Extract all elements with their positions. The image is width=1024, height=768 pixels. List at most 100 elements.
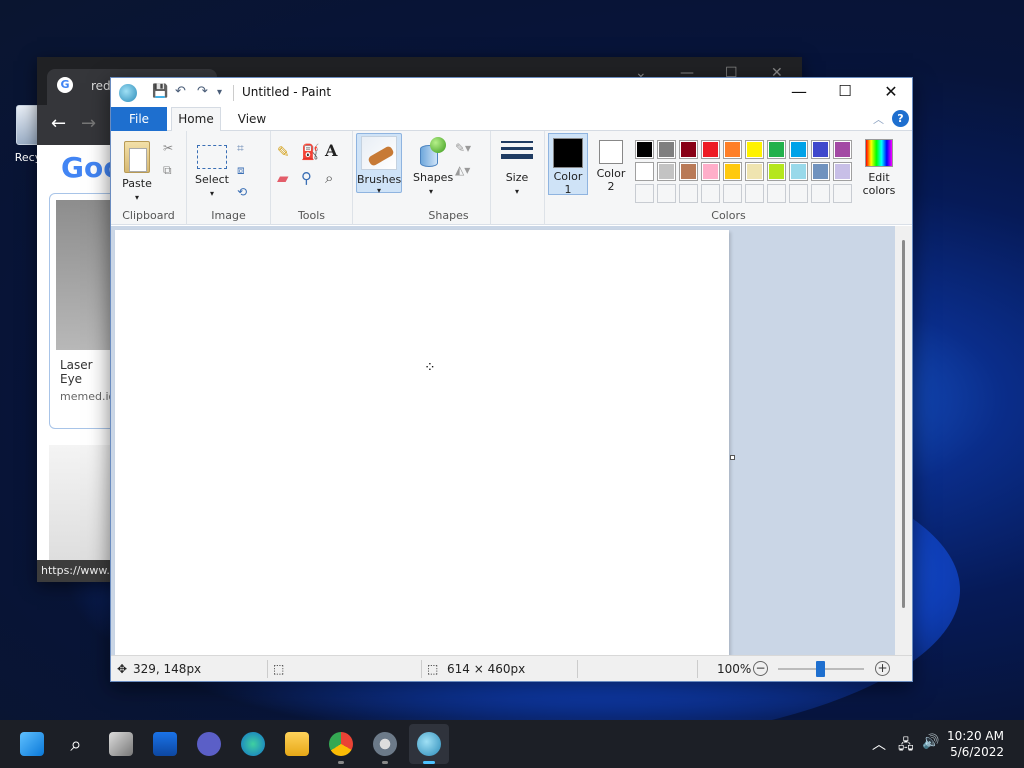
custom-color-slot[interactable] <box>679 184 698 203</box>
system-clock[interactable]: 10:20 AM 5/6/2022 <box>947 728 1004 760</box>
custom-color-slot[interactable] <box>745 184 764 203</box>
help-icon[interactable]: ? <box>892 110 909 127</box>
size-button[interactable]: Size ▾ <box>499 141 535 197</box>
palette-swatch[interactable] <box>811 162 830 181</box>
image-result-card[interactable]: Laser Eye memed.io <box>49 193 119 429</box>
custom-color-slot[interactable] <box>701 184 720 203</box>
palette-swatch[interactable] <box>701 162 720 181</box>
zoom-out-icon[interactable]: − <box>753 661 768 676</box>
chrome-icon[interactable] <box>329 732 353 764</box>
rotate-icon[interactable]: ⟲ <box>237 185 253 201</box>
text-icon[interactable]: A <box>325 141 341 160</box>
undo-icon[interactable]: ↶ <box>175 84 186 99</box>
custom-color-slot[interactable] <box>789 184 808 203</box>
palette-swatch[interactable] <box>833 140 852 159</box>
edit-colors-button[interactable]: Edit colors <box>856 139 902 197</box>
network-icon[interactable]: 🖧 <box>898 734 914 758</box>
customize-quick-access-icon[interactable]: ▾ <box>217 87 222 98</box>
size-label: Size <box>505 171 529 184</box>
cut-icon[interactable]: ✂ <box>163 141 179 157</box>
color2-button[interactable]: Color 2 <box>593 133 629 195</box>
custom-color-slot[interactable] <box>767 184 786 203</box>
custom-color-slot[interactable] <box>833 184 852 203</box>
edge-icon[interactable] <box>241 732 265 756</box>
palette-swatch[interactable] <box>679 140 698 159</box>
palette-swatch[interactable] <box>657 140 676 159</box>
paint-titlebar[interactable]: 💾 ↶ ↷ ▾ Untitled - Paint — ☐ ✕ <box>111 78 912 107</box>
custom-color-slot[interactable] <box>657 184 676 203</box>
tab-view[interactable]: View <box>229 107 275 131</box>
image-result-card-2[interactable] <box>49 445 119 565</box>
palette-swatch[interactable] <box>789 140 808 159</box>
fill-bucket-icon[interactable]: ⛽ <box>301 143 320 161</box>
palette-swatch[interactable] <box>767 162 786 181</box>
ribbon-tabs: File Home View ︿ ? <box>111 107 912 132</box>
start-windows-icon[interactable] <box>20 732 44 756</box>
task-view-icon[interactable] <box>109 732 133 756</box>
tab-home[interactable]: Home <box>171 107 221 132</box>
custom-color-slot[interactable] <box>811 184 830 203</box>
widgets-icon[interactable] <box>153 732 177 756</box>
paste-button[interactable]: Paste ▾ <box>119 141 155 203</box>
color-picker-icon[interactable]: ⚲ <box>301 169 317 187</box>
shapes-button[interactable]: Shapes ▾ <box>413 137 453 197</box>
outline-icon[interactable]: ✎▾ <box>455 141 471 157</box>
palette-swatch[interactable] <box>635 162 654 181</box>
line-size-icon <box>501 141 533 167</box>
close-icon[interactable]: ✕ <box>877 82 905 102</box>
palette-swatch[interactable] <box>701 140 720 159</box>
minimize-icon[interactable]: — <box>785 82 813 102</box>
palette-swatch[interactable] <box>657 162 676 181</box>
zoom-in-icon[interactable]: + <box>875 661 890 676</box>
color1-button[interactable]: Color 1 <box>548 133 588 196</box>
crop-icon[interactable]: ⌗ <box>237 141 253 157</box>
paint-taskbar-icon[interactable] <box>417 732 441 764</box>
eraser-icon[interactable]: ▰ <box>277 169 293 187</box>
result-url: memed.io <box>60 390 116 403</box>
chat-icon[interactable] <box>197 732 221 756</box>
settings-gear-icon[interactable] <box>373 732 397 764</box>
chevron-up-icon[interactable]: ︿ <box>872 734 886 754</box>
back-arrow-icon[interactable]: ← <box>51 113 66 134</box>
group-label-colors: Colors <box>711 209 746 222</box>
file-explorer-icon[interactable] <box>285 732 309 756</box>
resize-handle[interactable] <box>730 455 735 460</box>
brushes-button[interactable]: Brushes ▾ <box>356 133 402 195</box>
collapse-ribbon-icon[interactable]: ︿ <box>873 111 884 127</box>
palette-swatch[interactable] <box>789 162 808 181</box>
palette-swatch[interactable] <box>767 140 786 159</box>
palette-swatch[interactable] <box>833 162 852 181</box>
maximize-icon[interactable]: ☐ <box>831 82 859 102</box>
save-icon[interactable]: 💾 <box>152 84 168 99</box>
volume-icon[interactable]: 🔊 <box>922 734 939 750</box>
fill-icon[interactable]: ◭▾ <box>455 163 471 179</box>
group-label-clipboard: Clipboard <box>122 209 175 222</box>
select-button[interactable]: Select ▾ <box>195 145 229 199</box>
group-size: Size ▾ <box>491 131 545 225</box>
pencil-icon[interactable]: ✎ <box>277 143 293 161</box>
redo-icon[interactable]: ↷ <box>197 84 208 99</box>
palette-swatch[interactable] <box>745 140 764 159</box>
magnifier-icon[interactable]: ⌕ <box>325 169 341 187</box>
google-favicon-icon: G <box>57 77 73 93</box>
zoom-slider-thumb[interactable] <box>816 661 825 677</box>
vertical-scrollbar[interactable] <box>895 226 912 655</box>
resize-icon[interactable]: ⧈ <box>237 163 253 179</box>
custom-color-slot[interactable] <box>635 184 654 203</box>
palette-swatch[interactable] <box>635 140 654 159</box>
search-icon[interactable]: ⌕ <box>64 732 88 756</box>
status-divider <box>697 660 698 678</box>
copy-icon[interactable]: ⧉ <box>163 163 179 179</box>
tab-file[interactable]: File <box>111 107 167 131</box>
forward-arrow-icon[interactable]: → <box>81 113 96 134</box>
palette-swatch[interactable] <box>811 140 830 159</box>
palette-swatch[interactable] <box>723 162 742 181</box>
taskbar: ⌕ ︿ 🖧 🔊 10:20 AM 5/6/2022 <box>0 720 1024 768</box>
palette-swatch[interactable] <box>745 162 764 181</box>
custom-color-slot[interactable] <box>723 184 742 203</box>
palette-swatch[interactable] <box>679 162 698 181</box>
drawing-canvas[interactable] <box>115 230 729 655</box>
status-bar: ✥ 329, 148px ⬚ ⬚ 614 × 460px 100% − + <box>111 655 912 681</box>
palette-swatch[interactable] <box>723 140 742 159</box>
paint-app-icon[interactable] <box>119 84 137 102</box>
